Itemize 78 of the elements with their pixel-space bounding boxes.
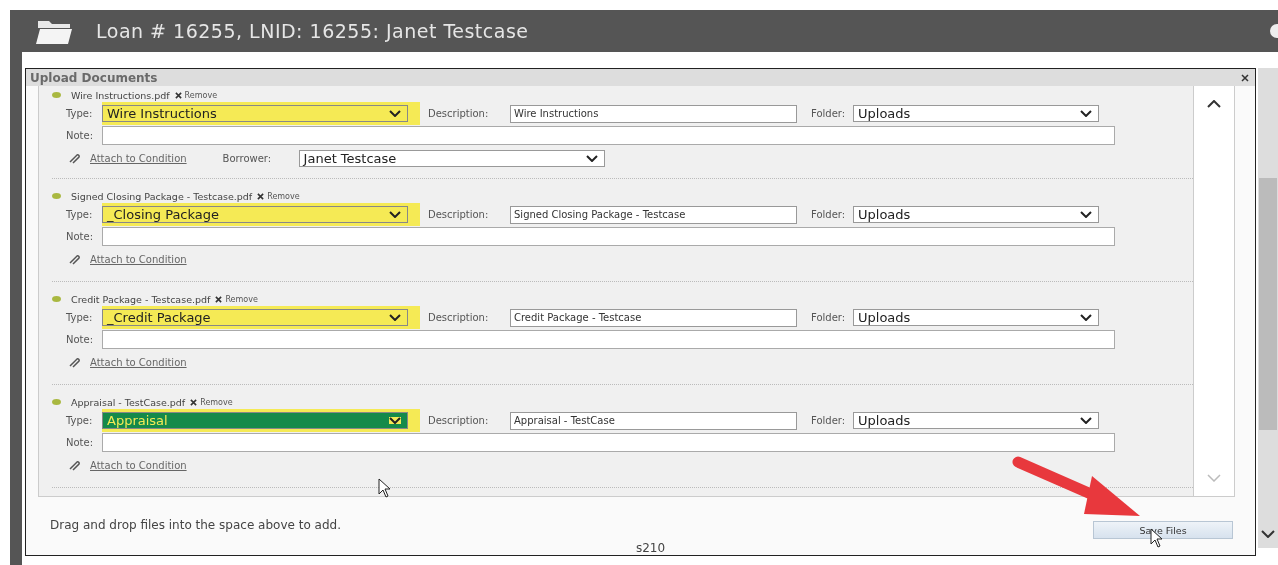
field-label: Description:: [427, 209, 490, 220]
file-name: Signed Closing Package - Testcase.pdf: [71, 190, 253, 202]
chevron-down-icon: [389, 211, 401, 218]
scrollbar[interactable]: [1258, 68, 1278, 548]
field-label: Borrower:: [222, 152, 273, 164]
close-icon[interactable]: [1241, 73, 1250, 82]
scroll-down-icon[interactable]: [1261, 530, 1275, 538]
field-label: Description:: [427, 108, 490, 119]
chevron-down-icon: [389, 314, 401, 321]
bullet-icon: [52, 92, 61, 98]
bullet-icon: [52, 296, 61, 302]
mouse-pointer-icon: [378, 478, 392, 498]
chevron-down-icon: [389, 110, 401, 117]
folder-icon: [36, 18, 72, 44]
description-field[interactable]: Signed Closing Package - Testcase: [510, 205, 797, 224]
chevron-down-icon: [389, 417, 401, 424]
type-dropdown[interactable]: _Credit Package: [102, 309, 408, 326]
chevron-down-icon: [1080, 314, 1092, 321]
type-dropdown[interactable]: Appraisal: [102, 412, 408, 429]
note-field[interactable]: [102, 330, 1115, 349]
field-label: Type:: [65, 209, 94, 220]
attach-link[interactable]: Attach to Condition: [90, 152, 187, 164]
description-field[interactable]: Wire Instructions: [510, 104, 797, 123]
file-name: Wire Instructions.pdf: [71, 89, 170, 101]
drop-hint: Drag and drop files into the space above to add.: [50, 518, 341, 532]
file-name: Credit Package - Testcase.pdf: [71, 293, 211, 305]
paperclip-icon: [68, 152, 80, 164]
chevron-down-icon: [1080, 211, 1092, 218]
folder-dropdown[interactable]: Uploads: [853, 309, 1099, 326]
page-code: s210: [634, 541, 667, 555]
folder-dropdown[interactable]: Uploads: [853, 206, 1099, 223]
field-label: Type:: [65, 415, 94, 426]
scroll-up-icon[interactable]: [1207, 100, 1221, 108]
bullet-icon: [52, 399, 61, 405]
attach-link[interactable]: Attach to Condition: [90, 253, 187, 265]
window-title: Loan # 16255, LNID: 16255: Janet Testcase: [96, 20, 529, 42]
field-label: Folder:: [810, 108, 847, 119]
note-field[interactable]: [102, 126, 1115, 145]
paperclip-icon: [68, 253, 80, 265]
chevron-down-icon: [1080, 110, 1092, 117]
dialog-title: Upload Documents: [30, 70, 158, 85]
close-icon: [215, 295, 223, 303]
bullet-icon: [52, 193, 61, 199]
folder-dropdown[interactable]: Uploads: [853, 412, 1099, 429]
field-label: Folder:: [810, 209, 847, 220]
field-label: Note:: [65, 437, 95, 448]
description-field[interactable]: Credit Package - Testcase: [510, 308, 797, 327]
remove-link[interactable]: Remove: [190, 397, 233, 407]
close-icon[interactable]: [1270, 24, 1278, 38]
attach-link[interactable]: Attach to Condition: [90, 459, 187, 471]
field-label: Description:: [427, 312, 490, 323]
field-label: Folder:: [810, 415, 847, 426]
type-dropdown[interactable]: _Closing Package: [102, 206, 408, 223]
close-icon: [174, 91, 182, 99]
note-field[interactable]: [102, 433, 1115, 452]
chevron-down-icon: [585, 154, 598, 162]
field-label: Note:: [65, 130, 95, 141]
paperclip-icon: [68, 356, 80, 368]
field-label: Type:: [65, 312, 94, 323]
remove-link[interactable]: Remove: [257, 191, 300, 201]
attach-link[interactable]: Attach to Condition: [90, 356, 187, 368]
close-icon: [190, 398, 198, 406]
field-label: Note:: [65, 231, 95, 242]
field-label: Description:: [427, 415, 490, 426]
remove-link[interactable]: Remove: [215, 294, 258, 304]
field-label: Type:: [65, 108, 94, 119]
type-dropdown[interactable]: Wire Instructions: [102, 105, 408, 122]
folder-dropdown[interactable]: Uploads: [853, 105, 1099, 122]
paperclip-icon: [68, 459, 80, 471]
remove-link[interactable]: Remove: [174, 90, 218, 100]
field-label: Folder:: [810, 312, 847, 323]
note-field[interactable]: [102, 227, 1115, 246]
chevron-down-icon: [1080, 417, 1092, 424]
description-field[interactable]: Appraisal - TestCase: [510, 411, 797, 430]
file-name: Appraisal - TestCase.pdf: [71, 396, 186, 408]
field-label: Note:: [65, 334, 95, 345]
close-icon: [257, 192, 265, 200]
borrower-dropdown[interactable]: Janet Testcase: [298, 149, 605, 167]
